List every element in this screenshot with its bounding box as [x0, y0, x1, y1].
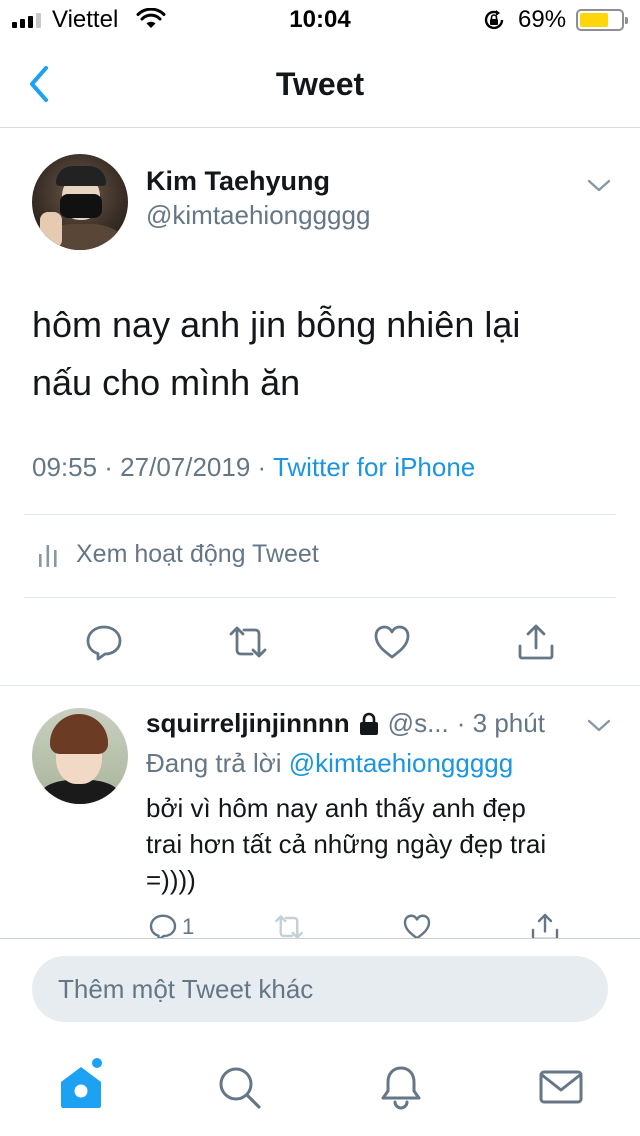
reply-author-handle[interactable]: @s...: [388, 708, 449, 739]
status-bar: Viettel 10:04 69%: [0, 0, 640, 40]
new-content-dot: [92, 1058, 102, 1068]
battery-level: [580, 13, 608, 27]
nav-bar: Tweet: [0, 40, 640, 128]
page-title: Tweet: [275, 66, 365, 102]
reply-icon[interactable]: [84, 622, 124, 662]
tweet-text-line: nấu cho mình ăn: [32, 362, 301, 403]
tweet-activity-label: Xem hoạt động Tweet: [76, 540, 319, 568]
share-icon[interactable]: [516, 622, 556, 662]
retweet-icon[interactable]: [228, 622, 268, 662]
search-icon[interactable]: [216, 1064, 262, 1110]
avatar[interactable]: [32, 154, 128, 250]
composer-divider: [0, 938, 640, 939]
author-handle[interactable]: @kimtaehionggggg: [146, 200, 370, 231]
battery-icon: [576, 9, 628, 31]
replying-to: Đang trả lời @kimtaehionggggg: [146, 748, 513, 779]
analytics-icon: [39, 544, 57, 567]
tweet-timestamp: 09:55 · 27/07/2019 ·: [32, 452, 273, 482]
divider: [24, 514, 616, 515]
rotation-lock-icon: [484, 10, 504, 30]
reply-text-line: trai hơn tất cả những ngày đẹp trai: [146, 829, 547, 859]
chevron-down-icon[interactable]: [586, 718, 612, 734]
battery-percent: 69%: [518, 6, 567, 33]
add-tweet-input[interactable]: [32, 956, 608, 1022]
tweet-text: hôm nay anh jin bỗng nhiên lại nấu cho m…: [32, 296, 612, 412]
avatar[interactable]: [32, 708, 128, 804]
reply-header: squirreljinjinnnn @s... · 3 phút: [146, 708, 545, 739]
lock-icon: [359, 712, 378, 735]
messages-icon[interactable]: [538, 1064, 584, 1110]
tweet-activity-link[interactable]: Xem hoạt động Tweet: [38, 540, 319, 569]
reply-author-name[interactable]: squirreljinjinnnn: [146, 708, 350, 739]
tweet-source-link[interactable]: Twitter for iPhone: [273, 452, 475, 482]
tweet-text-line: hôm nay anh jin bỗng nhiên lại: [32, 304, 521, 345]
tweet-meta: 09:55 · 27/07/2019 · Twitter for iPhone: [32, 452, 475, 483]
reply-text-line: bởi vì hôm nay anh thấy anh đẹp: [146, 793, 526, 823]
replying-mention-link[interactable]: @kimtaehionggggg: [289, 748, 513, 778]
like-icon[interactable]: [372, 622, 412, 662]
reply-text: bởi vì hôm nay anh thấy anh đẹp trai hơn…: [146, 790, 606, 898]
chevron-down-icon[interactable]: [586, 178, 612, 194]
reply-count: 1: [182, 914, 195, 939]
reply-text-line: =)))): [146, 865, 196, 895]
divider: [24, 597, 616, 598]
reply-time: · 3 phút: [456, 708, 545, 738]
home-icon[interactable]: [58, 1064, 104, 1110]
notifications-icon[interactable]: [378, 1064, 424, 1110]
replying-prefix: Đang trả lời: [146, 748, 289, 778]
author-name[interactable]: Kim Taehyung: [146, 166, 330, 197]
thread-separator: [0, 685, 640, 686]
